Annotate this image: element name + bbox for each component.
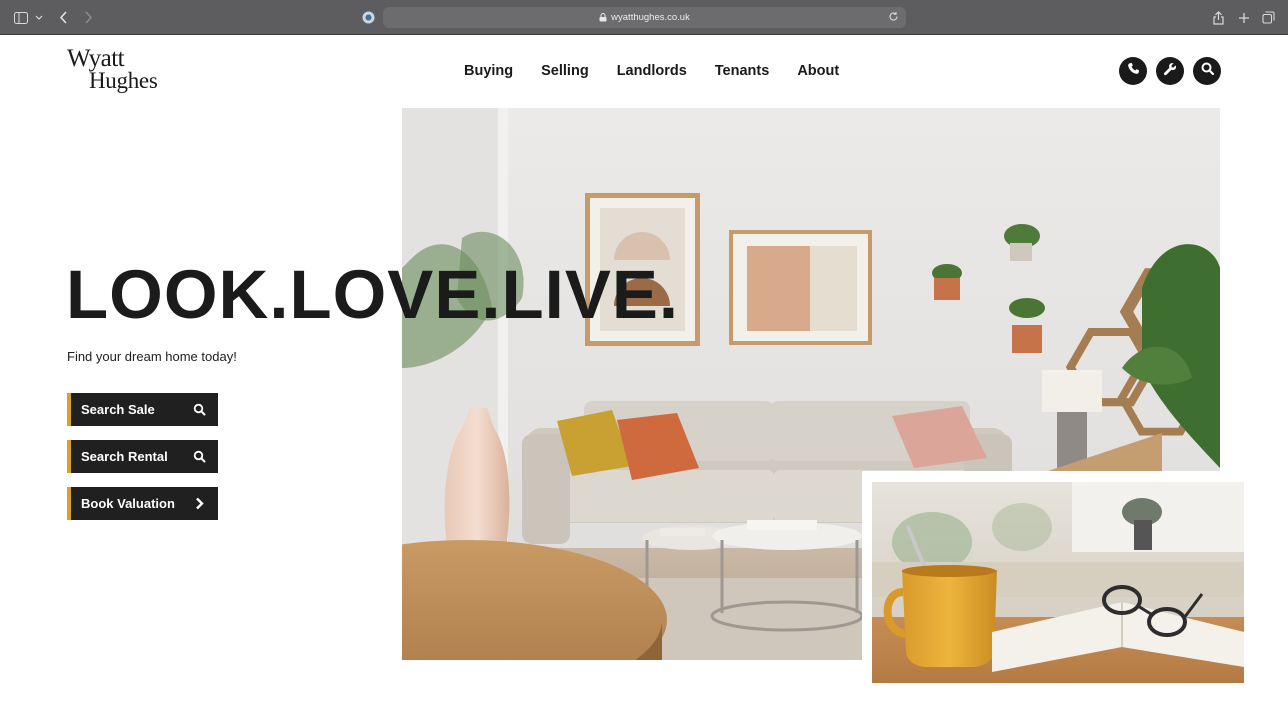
search-sale-button[interactable]: Search Sale — [67, 393, 218, 426]
lock-icon — [599, 13, 608, 22]
search-button[interactable] — [1193, 57, 1221, 85]
search-rental-button[interactable]: Search Rental — [67, 440, 218, 473]
header-actions — [1119, 57, 1230, 85]
tools-button[interactable] — [1156, 57, 1184, 85]
search-icon — [193, 450, 206, 463]
book-valuation-button[interactable]: Book Valuation — [67, 487, 218, 520]
chevron-right-icon — [193, 497, 206, 510]
phone-icon — [1127, 62, 1140, 80]
chevron-down-icon[interactable] — [34, 8, 44, 27]
phone-button[interactable] — [1119, 57, 1147, 85]
wrench-icon — [1163, 62, 1177, 81]
nav-buying[interactable]: Buying — [464, 60, 513, 82]
book-valuation-label: Book Valuation — [81, 496, 175, 511]
tabs-icon[interactable] — [1261, 8, 1276, 27]
search-rental-label: Search Rental — [81, 449, 168, 464]
site-favicon-icon — [360, 8, 376, 27]
share-icon[interactable] — [1211, 8, 1226, 27]
hero-headline: LOOK.LOVE.LIVE. — [66, 256, 680, 333]
nav-landlords[interactable]: Landlords — [617, 60, 687, 82]
logo-line2: Hughes — [89, 68, 158, 93]
search-icon — [193, 403, 206, 416]
back-arrow-icon[interactable] — [55, 8, 71, 27]
url-text: wyatthughes.co.uk — [611, 12, 690, 23]
main-nav: Buying Selling Landlords Tenants About — [450, 60, 853, 82]
search-icon — [1201, 62, 1214, 80]
forward-arrow-icon[interactable] — [80, 8, 96, 27]
address-bar[interactable]: wyatthughes.co.uk — [383, 7, 906, 28]
hero-coffee-mug-image — [872, 482, 1244, 683]
nav-tenants[interactable]: Tenants — [715, 60, 770, 82]
nav-selling[interactable]: Selling — [541, 60, 589, 82]
sidebar-icon[interactable] — [12, 8, 30, 27]
search-sale-label: Search Sale — [81, 402, 155, 417]
hero-subheadline: Find your dream home today! — [67, 349, 237, 364]
browser-toolbar: wyatthughes.co.uk — [0, 0, 1288, 35]
reload-icon[interactable] — [888, 11, 900, 23]
site-logo[interactable]: Wyatt Hughes — [67, 45, 167, 97]
plus-icon[interactable] — [1236, 8, 1251, 27]
nav-about[interactable]: About — [797, 60, 839, 82]
